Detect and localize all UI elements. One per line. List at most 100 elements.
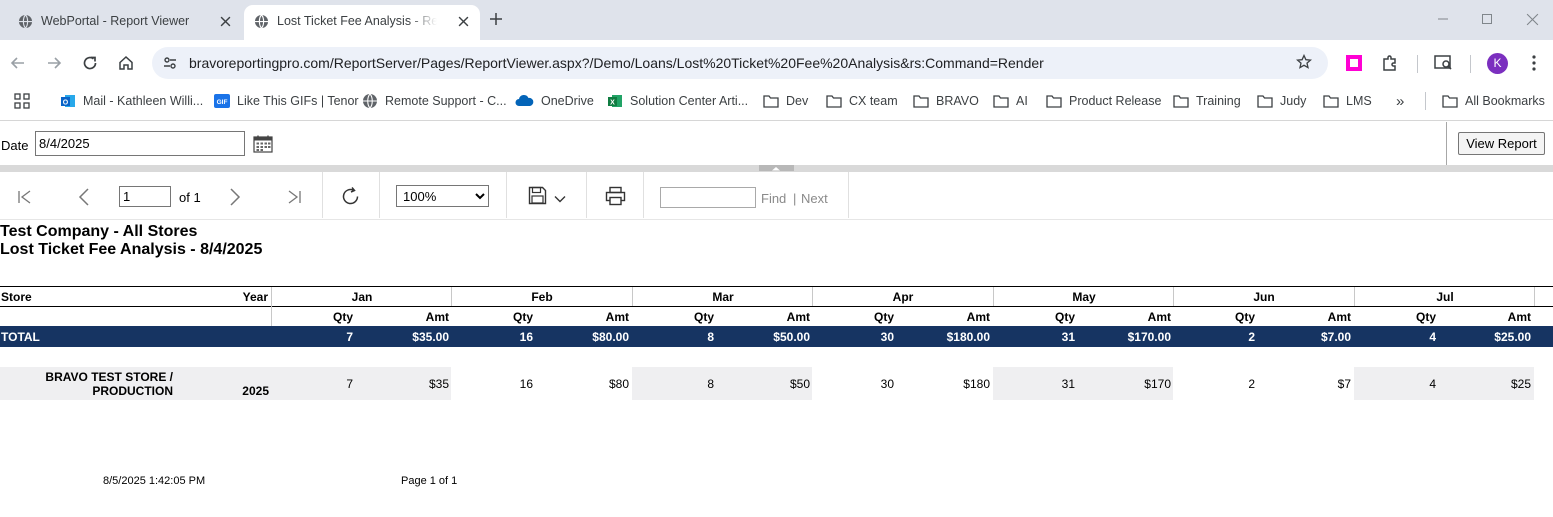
date-input[interactable] [35,131,245,156]
year-column-header: Year [242,290,268,304]
bookmark-mail[interactable]: O Mail - Kathleen Willi... [60,92,203,110]
toolbar-separator [848,172,849,218]
bookmark-solution-center[interactable]: X Solution Center Arti... [607,92,748,110]
toolbar-separator [322,172,323,218]
tab-search-icon[interactable] [1434,54,1454,72]
globe-icon [254,14,269,29]
row-qty-may: 31 [1061,377,1075,391]
bookmark-label: Product Release [1069,94,1162,108]
address-bar[interactable]: bravoreportingpro.com/ReportServer/Pages… [152,47,1328,79]
first-page-icon[interactable] [17,189,33,205]
month-header-mar: Mar [712,290,734,304]
bookmark-folder-cx-team[interactable]: CX team [826,92,898,110]
param-divider [1446,122,1447,165]
total-amt-feb: $80.00 [592,330,629,344]
total-qty-mar: 8 [707,330,714,344]
tab-title: WebPortal - Report Viewer [41,14,190,28]
calendar-icon[interactable] [253,135,273,153]
kebab-menu-icon[interactable] [1526,54,1542,72]
minimize-icon[interactable] [1437,13,1449,25]
month-header-apr: Apr [892,290,914,304]
qty-header: Qty [693,310,714,324]
date-label: Date [1,138,29,153]
bookmark-folder-bravo[interactable]: BRAVO [913,92,979,110]
svg-text:GIF: GIF [217,99,228,106]
print-icon[interactable] [605,186,626,206]
previous-page-icon[interactable] [77,187,91,207]
month-header-jan: Jan [351,290,373,304]
store-name-line: BRAVO TEST STORE / [45,370,173,384]
bookmark-tenor[interactable]: GIF Like This GIFs | Tenor [214,92,359,110]
profile-avatar[interactable]: K [1487,53,1508,74]
save-disk-icon[interactable] [528,186,547,205]
qty-header: Qty [1054,310,1075,324]
total-amt-jan: $35.00 [412,330,449,344]
total-amt-jul: $25.00 [1494,330,1531,344]
reload-icon[interactable] [82,55,98,71]
month-header-feb: Feb [531,290,553,304]
bookmark-label: CX team [849,94,898,108]
last-page-icon[interactable] [286,189,302,205]
bookmark-onedrive[interactable]: OneDrive [515,92,594,110]
bookmark-folder-training[interactable]: Training [1173,92,1241,110]
qty-header: Qty [873,310,894,324]
chevron-down-icon[interactable] [554,195,566,203]
extension-magenta-icon[interactable] [1345,54,1363,72]
row-qty-apr: 30 [880,377,894,391]
total-amt-apr: $180.00 [946,330,990,344]
extensions-puzzle-icon[interactable] [1381,54,1399,72]
home-icon[interactable] [118,55,134,71]
maximize-icon[interactable] [1481,13,1493,25]
month-header-jul: Jul [1436,290,1454,304]
bookmark-folder-product-release[interactable]: Product Release [1046,92,1161,110]
find-next-link[interactable]: Next [801,191,828,206]
collapse-arrow-icon[interactable] [771,166,781,171]
bookmarks-divider [1425,92,1426,110]
bookmark-star-icon[interactable] [1296,54,1312,70]
tab-lost-ticket-fee-analysis[interactable]: Lost Ticket Fee Analysis - Report Viewer [244,5,480,40]
bookmarks-overflow-chevron-icon[interactable]: » [1396,92,1404,110]
forward-arrow-icon[interactable] [46,55,62,71]
view-report-button[interactable]: View Report [1458,132,1545,155]
bookmark-folder-judy[interactable]: Judy [1257,92,1306,110]
bookmark-label: BRAVO [936,94,979,108]
close-icon[interactable] [458,16,469,27]
store-name: BRAVO TEST STORE / PRODUCTION [0,370,173,398]
total-qty-jul: 4 [1429,330,1436,344]
back-arrow-icon[interactable] [10,55,26,71]
refresh-icon[interactable] [340,186,361,207]
folder-icon [1442,94,1458,108]
bookmark-remote-support[interactable]: Remote Support - C... [362,92,507,110]
amt-header: Amt [1327,310,1351,324]
amt-header: Amt [425,310,449,324]
new-tab-icon[interactable] [489,12,503,26]
store-name-line: PRODUCTION [92,384,173,398]
all-bookmarks[interactable]: All Bookmarks [1442,92,1545,110]
find-text-input[interactable] [660,187,756,208]
svg-text:X: X [610,100,615,107]
page-count-label: of 1 [179,190,201,205]
bookmark-folder-dev[interactable]: Dev [763,92,808,110]
find-link[interactable]: Find [761,191,786,206]
close-icon[interactable] [220,16,231,27]
row-qty-jan: 7 [346,377,353,391]
bookmark-label: Dev [786,94,809,108]
total-label: TOTAL [1,330,40,344]
close-window-icon[interactable] [1526,13,1539,26]
tab-webportal[interactable]: WebPortal - Report Viewer [8,5,242,40]
toolbar-separator [643,172,644,218]
header-divider [271,287,272,326]
bookmark-folder-lms[interactable]: LMS [1323,92,1372,110]
site-settings-icon[interactable] [162,55,178,71]
total-amt-mar: $50.00 [773,330,810,344]
tab-title: Lost Ticket Fee Analysis - Report Viewer [277,14,437,28]
folder-icon [993,94,1009,108]
bookmark-label: Like This GIFs | Tenor [237,94,359,108]
page-number-input[interactable] [119,186,171,207]
apps-grid-icon[interactable] [14,92,30,110]
zoom-select[interactable]: 100% [396,185,489,207]
qty-header: Qty [1415,310,1436,324]
next-page-icon[interactable] [228,187,242,207]
month-header-jun: Jun [1253,290,1275,304]
bookmark-folder-ai[interactable]: AI [993,92,1028,110]
